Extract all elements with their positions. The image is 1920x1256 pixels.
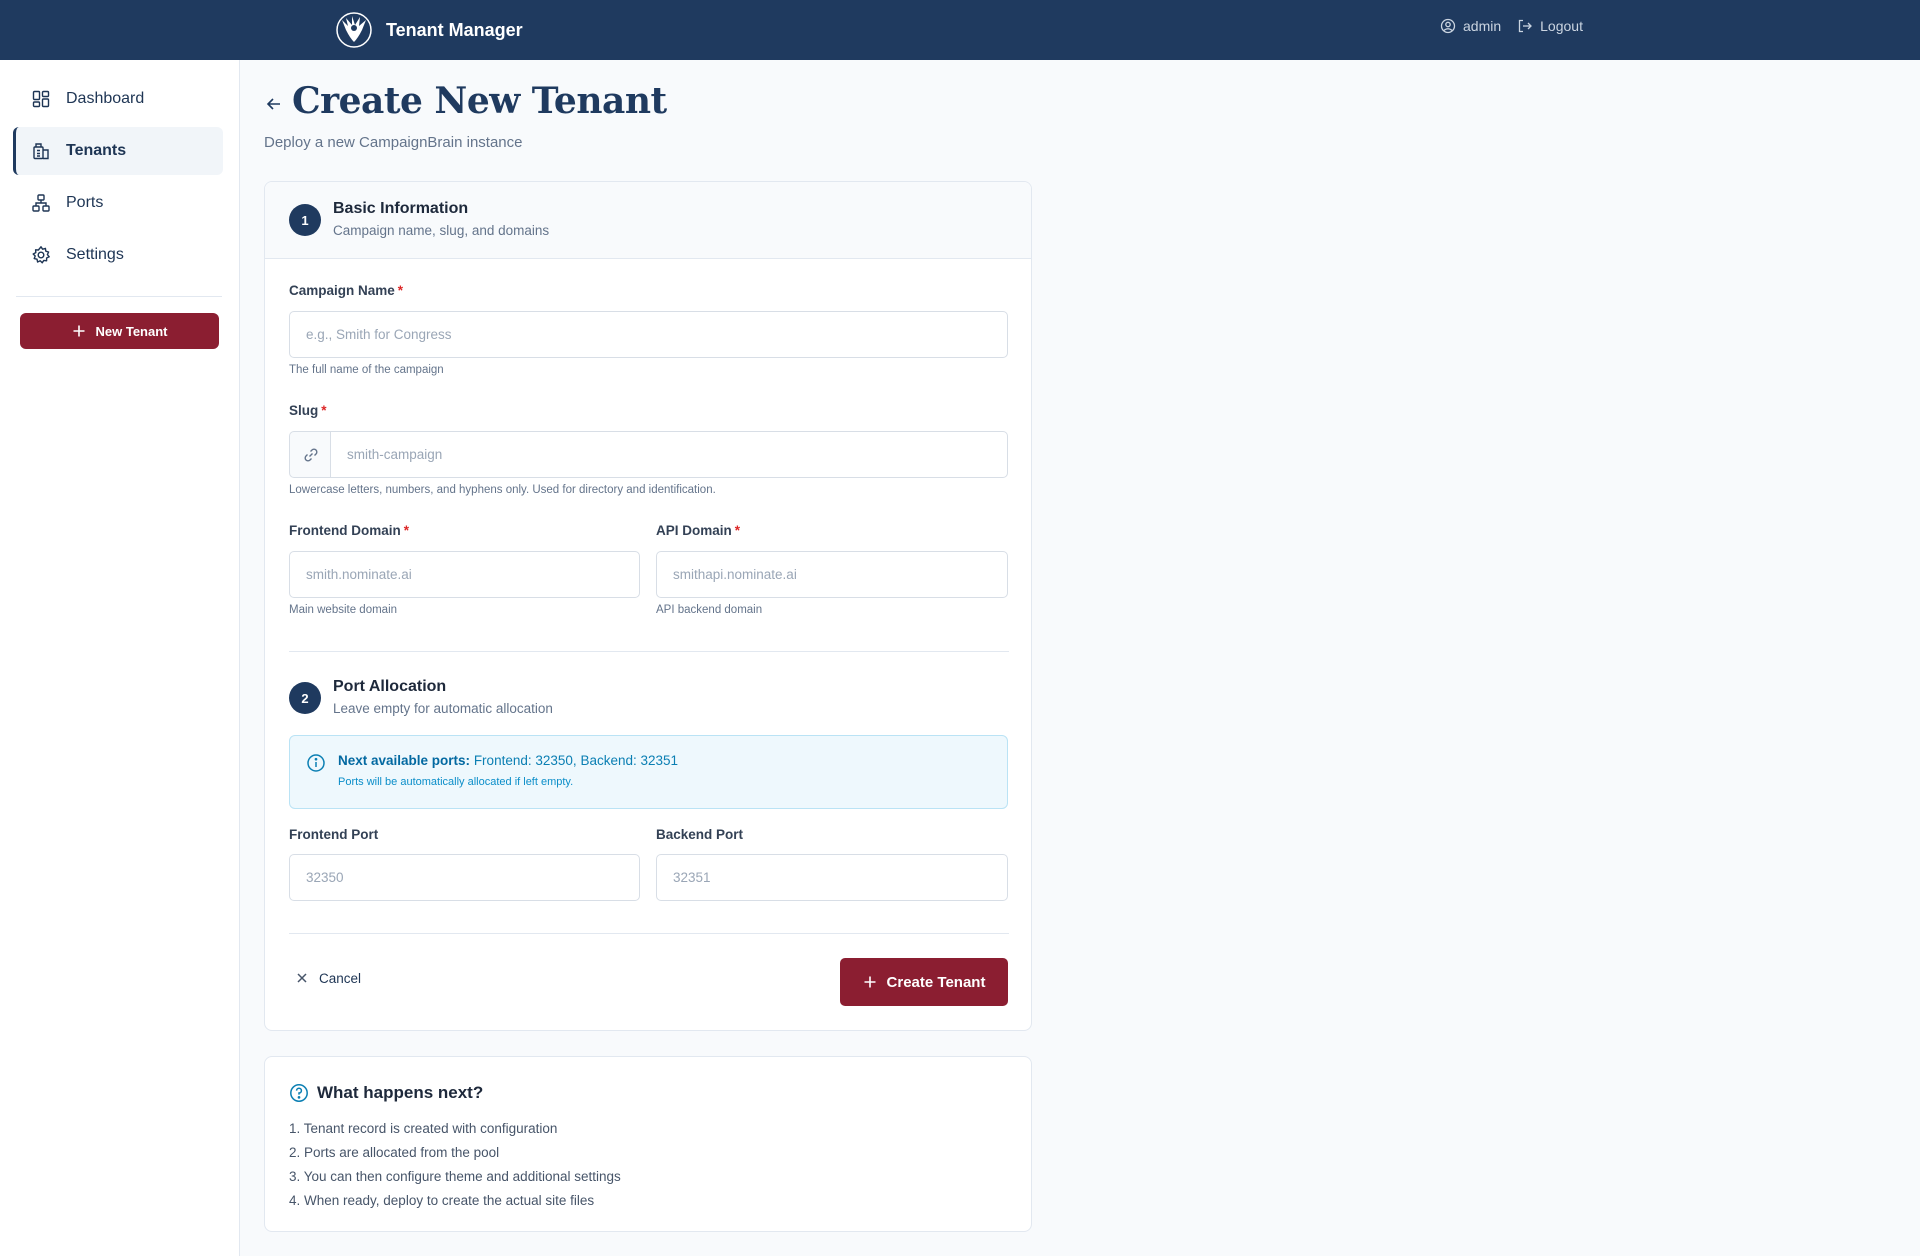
next-steps-title: What happens next?: [289, 1083, 483, 1103]
section-description: Campaign name, slug, and domains: [333, 223, 550, 238]
question-circle-icon: [290, 1084, 308, 1102]
next-ports-text: Next available ports: Frontend: 32350, B…: [338, 753, 679, 768]
section-title: Port Allocation: [333, 678, 447, 695]
required-marker: *: [397, 283, 404, 298]
next-frontend-port: 32350: [535, 753, 573, 768]
logout-label: Logout: [1540, 18, 1583, 34]
cancel-button[interactable]: Cancel: [285, 960, 371, 996]
close-icon: [297, 973, 307, 983]
brand[interactable]: Tenant Manager: [334, 8, 523, 52]
next-steps-card: What happens next? 1. Tenant record is c…: [264, 1056, 1032, 1232]
next-steps-list: 1. Tenant record is created with configu…: [289, 1117, 621, 1213]
slug-input[interactable]: [330, 431, 1008, 478]
frontend-domain-label: Frontend Domain *: [289, 523, 410, 538]
list-item: 4. When ready, deploy to create the actu…: [289, 1193, 595, 1208]
logout-link[interactable]: Logout: [1517, 18, 1583, 34]
create-tenant-form: 1 Basic Information Campaign name, slug,…: [264, 181, 1032, 1031]
section-title: Basic Information: [333, 200, 469, 217]
campaign-name-help: The full name of the campaign: [289, 364, 444, 376]
ports-info-box: Next available ports: Frontend: 32350, B…: [289, 735, 1008, 809]
section-description: Leave empty for automatic allocation: [333, 701, 553, 716]
plus-icon: [73, 325, 84, 337]
required-marker: *: [321, 403, 327, 418]
sidebar-item-label: Dashboard: [66, 90, 145, 107]
slug-label: Slug *: [289, 403, 327, 418]
create-tenant-button[interactable]: Create Tenant: [840, 958, 1008, 1006]
frontend-domain-help: Main website domain: [289, 604, 398, 616]
plus-icon: [864, 976, 876, 988]
new-tenant-label: New Tenant: [95, 323, 168, 339]
sidebar: Dashboard Tenants Ports Settings New Ten…: [0, 60, 240, 1256]
slug-help: Lowercase letters, numbers, and hyphens …: [289, 484, 716, 496]
step-number: 2: [289, 682, 321, 714]
api-domain-help: API backend domain: [656, 604, 763, 616]
sidebar-item-tenants[interactable]: Tenants: [13, 127, 223, 175]
list-item: 3. You can then configure theme and addi…: [289, 1169, 621, 1184]
page-subtitle: Deploy a new CampaignBrain instance: [264, 134, 523, 151]
api-domain-label: API Domain *: [656, 523, 741, 538]
link-icon: [303, 447, 318, 462]
building-icon: [33, 143, 49, 160]
info-icon: [307, 754, 325, 772]
next-backend-port: 32351: [640, 753, 679, 768]
campaign-name-label: Campaign Name *: [289, 283, 404, 298]
user-menu[interactable]: admin: [1440, 18, 1501, 34]
campaign-name-input[interactable]: [289, 311, 1008, 358]
logout-icon: [1518, 19, 1533, 33]
sidebar-item-label: Tenants: [66, 142, 127, 159]
new-tenant-button[interactable]: New Tenant: [20, 313, 219, 349]
slug-addon: [289, 431, 331, 478]
api-domain-input[interactable]: [656, 551, 1008, 598]
network-icon: [32, 194, 50, 212]
app-title: Tenant Manager: [386, 19, 523, 40]
section-header-basic: 1 Basic Information Campaign name, slug,…: [265, 182, 1031, 259]
page-title: Create New Tenant: [292, 80, 667, 122]
frontend-port-label: Frontend Port: [289, 827, 379, 842]
required-marker: *: [734, 523, 741, 538]
step-number: 1: [289, 204, 321, 236]
section-divider: [289, 651, 1009, 652]
backend-port-label: Backend:: [580, 753, 637, 768]
username: admin: [1463, 18, 1502, 34]
required-marker: *: [403, 523, 410, 538]
back-arrow-icon[interactable]: [265, 95, 283, 113]
frontend-port-input[interactable]: [289, 854, 640, 901]
dashboard-icon: [32, 90, 50, 108]
sidebar-item-label: Settings: [66, 246, 124, 263]
sidebar-item-settings[interactable]: Settings: [13, 231, 223, 279]
create-label: Create Tenant: [886, 973, 986, 991]
list-item: 1. Tenant record is created with configu…: [289, 1121, 558, 1136]
ports-note: Ports will be automatically allocated if…: [338, 776, 574, 788]
user-circle-icon: [1440, 18, 1456, 34]
backend-port-label: Backend Port: [656, 827, 744, 842]
actions-divider: [289, 933, 1009, 934]
frontend-port-label: Frontend:: [473, 753, 532, 768]
sidebar-item-ports[interactable]: Ports: [13, 179, 223, 227]
sidebar-item-dashboard[interactable]: Dashboard: [13, 75, 223, 123]
sidebar-divider: [16, 296, 222, 297]
next-steps-heading: What happens next?: [317, 1083, 484, 1102]
gear-icon: [32, 246, 50, 264]
sidebar-item-label: Ports: [66, 194, 104, 211]
frontend-domain-input[interactable]: [289, 551, 640, 598]
cancel-label: Cancel: [319, 970, 362, 986]
next-ports-heading: Next available ports:: [338, 753, 471, 768]
user-area: admin Logout: [1440, 18, 1583, 34]
top-navbar: Tenant Manager admin Logout: [0, 0, 1920, 60]
list-item: 2. Ports are allocated from the pool: [289, 1145, 500, 1160]
backend-port-input[interactable]: [656, 854, 1008, 901]
eagle-logo-icon: [336, 12, 372, 48]
